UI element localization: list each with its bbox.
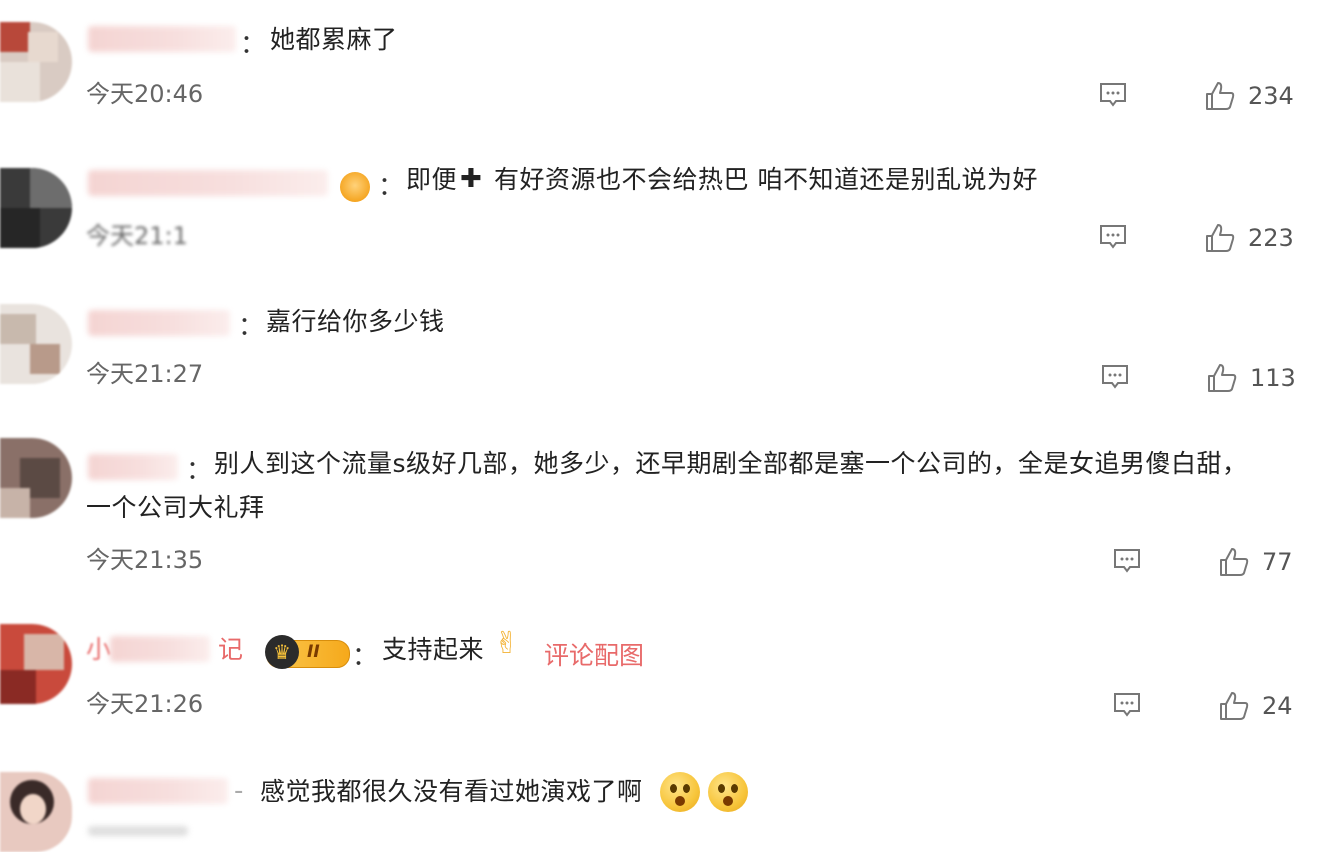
comment-time: 今天21:1 xyxy=(86,222,188,250)
comment-time-blurred xyxy=(88,826,188,836)
username[interactable] xyxy=(110,636,210,662)
thumbs-up-icon[interactable] xyxy=(1206,362,1238,394)
crown-icon: ♛ xyxy=(265,635,299,669)
comment-item: - 感觉我都很久没有看过她演戏了啊 xyxy=(0,760,1344,852)
vip-level-badge: ♛ II xyxy=(265,635,350,669)
surprised-face-emoji xyxy=(660,772,700,812)
username[interactable] xyxy=(88,454,178,480)
badge-level: II xyxy=(307,642,320,662)
avatar[interactable] xyxy=(0,772,72,852)
comment-text: 别人到这个流量s级好几部，她多少，还早期剧全部都是塞一个公司的，全是女追男傻白甜… xyxy=(214,449,1248,478)
username-visible[interactable]: 记 xyxy=(218,628,244,672)
username-visible[interactable]: 小 xyxy=(86,628,112,672)
vip-badge-icon xyxy=(340,172,370,202)
comment-time: 今天21:35 xyxy=(86,546,204,574)
avatar[interactable] xyxy=(0,168,72,248)
like-count: 234 xyxy=(1248,82,1294,110)
username[interactable] xyxy=(88,778,228,804)
colon: ： xyxy=(352,642,379,672)
colon: ： xyxy=(240,30,267,60)
avatar[interactable] xyxy=(0,22,72,102)
comment-text: 她都累麻了 xyxy=(270,25,398,54)
avatar[interactable] xyxy=(0,304,72,384)
thumbs-up-icon[interactable] xyxy=(1204,80,1236,112)
colon: ： xyxy=(378,172,405,202)
comment-reply-icon[interactable] xyxy=(1098,80,1128,110)
cross-emoji: ✚ xyxy=(460,164,482,194)
colon: ： xyxy=(238,312,265,342)
comment-text: 支持起来 xyxy=(382,635,485,664)
like-count: 223 xyxy=(1248,224,1294,252)
colon: ： xyxy=(186,456,213,486)
comment-text: 嘉行给你多少钱 xyxy=(266,307,445,336)
thumbs-up-icon[interactable] xyxy=(1204,222,1236,254)
comment-reply-icon[interactable] xyxy=(1112,546,1142,576)
thumbs-up-icon[interactable] xyxy=(1218,546,1250,578)
comment-time: 今天20:46 xyxy=(86,80,204,108)
avatar[interactable] xyxy=(0,438,72,518)
comment-reply-icon[interactable] xyxy=(1100,362,1130,392)
username[interactable] xyxy=(88,170,328,196)
victory-hand-emoji: ✌ xyxy=(494,626,520,661)
comment-time: 今天21:27 xyxy=(86,360,204,388)
surprised-face-emoji xyxy=(708,772,748,812)
like-count: 24 xyxy=(1262,692,1293,720)
like-count: 77 xyxy=(1262,548,1293,576)
comment-item: 小 记 ♛ II ： 支持起来 ✌ 评论配图 今天21:26 24 xyxy=(0,610,1344,760)
comment-image-link[interactable]: 评论配图 xyxy=(544,636,644,672)
comment-item: ： 别人到这个流量s级好几部，她多少，还早期剧全部都是塞一个公司的，全是女追男傻… xyxy=(0,420,1344,610)
comment-text: 一个公司大礼拜 xyxy=(86,493,265,522)
comment-text: 即便 xyxy=(406,165,458,194)
like-count: 113 xyxy=(1250,364,1296,392)
comment-reply-icon[interactable] xyxy=(1098,222,1128,252)
comment-reply-icon[interactable] xyxy=(1112,690,1142,720)
username[interactable] xyxy=(88,26,236,52)
comment-text: 感觉我都很久没有看过她演戏了啊 xyxy=(260,777,643,806)
avatar[interactable] xyxy=(0,624,72,704)
comment-item: ： 她都累麻了 今天20:46 234 xyxy=(0,0,1344,140)
comment-item: ： 嘉行给你多少钱 今天21:27 113 xyxy=(0,280,1344,420)
username-tail: - xyxy=(234,776,244,806)
thumbs-up-icon[interactable] xyxy=(1218,690,1250,722)
comment-time: 今天21:26 xyxy=(86,690,204,718)
comment-text: 有好资源也不会给热巴 咱不知道还是别乱说为好 xyxy=(494,165,1038,194)
username[interactable] xyxy=(88,310,230,336)
comment-item: ： 即便 ✚ 有好资源也不会给热巴 咱不知道还是别乱说为好 今天21:1 223 xyxy=(0,140,1344,280)
